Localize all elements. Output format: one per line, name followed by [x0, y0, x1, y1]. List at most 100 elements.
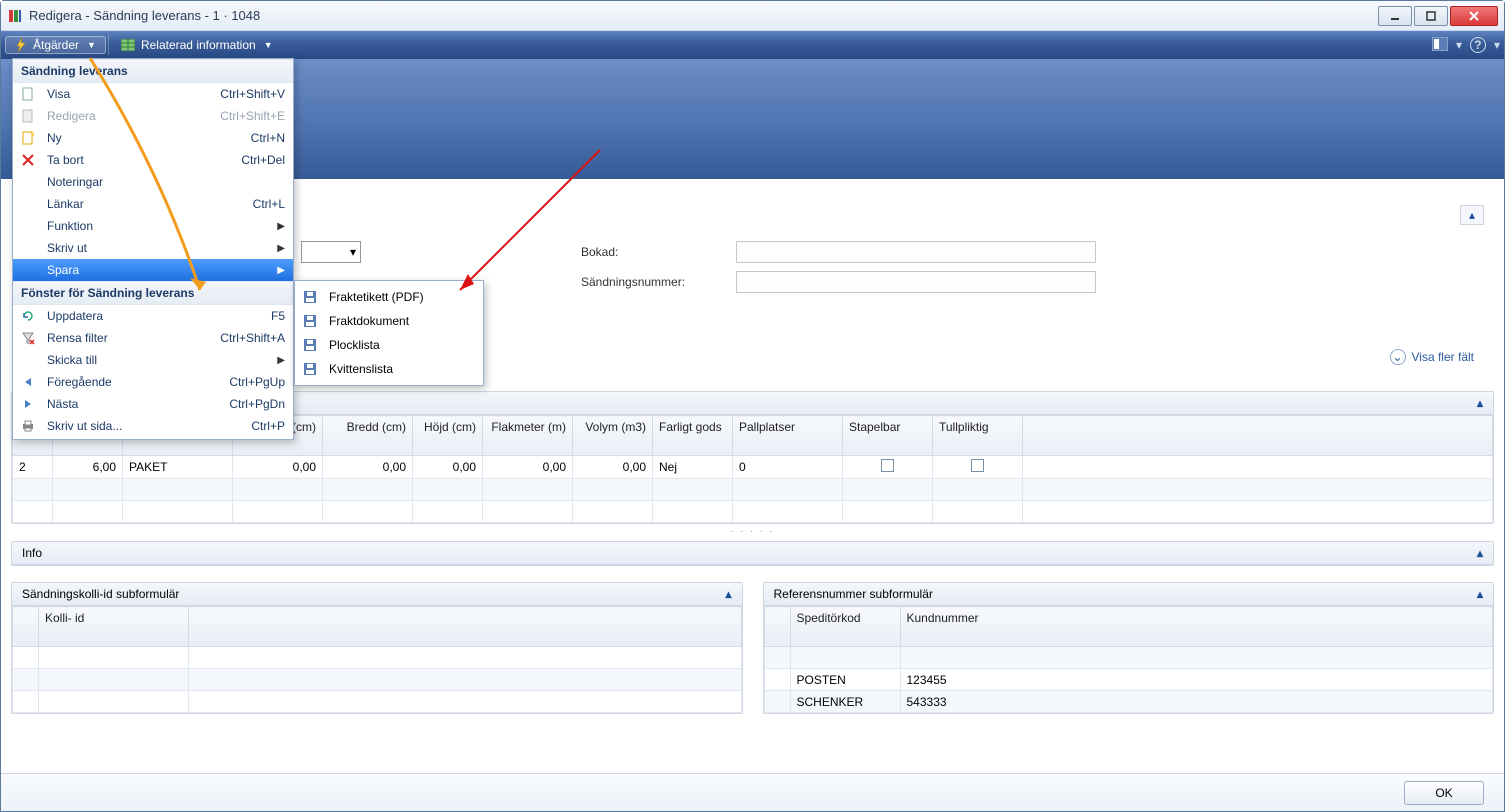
ok-button[interactable]: OK [1404, 781, 1484, 805]
footer-bar: OK [1, 773, 1504, 811]
submenu-label: Fraktetikett (PDF) [329, 290, 424, 304]
menu-item-foregaende[interactable]: FöregåendeCtrl+PgUp [13, 371, 293, 393]
tullpliktig-checkbox[interactable] [971, 459, 984, 472]
submenu-arrow-icon: ▶ [277, 221, 285, 232]
col-kolli-id[interactable]: Kolli- id [39, 607, 189, 647]
table-row[interactable] [764, 647, 1493, 669]
actions-label: Åtgärder [33, 38, 79, 52]
submenu-arrow-icon: ▶ [277, 243, 285, 254]
menu-item-redigera[interactable]: RedigeraCtrl+Shift+E [13, 105, 293, 127]
menu-item-tabort[interactable]: Ta bortCtrl+Del [13, 149, 293, 171]
col-bredd[interactable]: Bredd (cm) [323, 416, 413, 456]
sandningskolli-subform: Sändningskolli-id subformulär ▴ Kolli- i… [11, 582, 743, 714]
caret-down-icon: ▼ [87, 40, 96, 50]
submenu-arrow-icon: ▶ [277, 355, 285, 366]
col-tullpliktig[interactable]: Tullpliktig [933, 416, 1023, 456]
stapelbar-checkbox[interactable] [881, 459, 894, 472]
edit-icon [19, 108, 37, 124]
related-label: Relaterad information [141, 38, 256, 52]
table-row[interactable] [13, 501, 1493, 523]
col-kundnummer[interactable]: Kundnummer [900, 607, 1493, 647]
menu-item-nasta[interactable]: NästaCtrl+PgDn [13, 393, 293, 415]
col-stapelbar[interactable]: Stapelbar [843, 416, 933, 456]
col-pallplatser[interactable]: Pallplatser [733, 416, 843, 456]
submenu-label: Plocklista [329, 338, 380, 352]
submenu-item-fraktetikett[interactable]: Fraktetikett (PDF) [295, 285, 483, 309]
more-fields-label: Visa fler fält [1412, 350, 1474, 364]
bokad-input[interactable] [736, 241, 1096, 263]
refresh-icon [19, 308, 37, 324]
caret-down-icon: ▼ [264, 40, 273, 50]
submenu-item-plocklista[interactable]: Plocklista [295, 333, 483, 357]
menu-item-ny[interactable]: NyCtrl+N [13, 127, 293, 149]
menu-item-spara[interactable]: Spara▶ [13, 259, 293, 281]
separator [108, 35, 109, 55]
sub2-header[interactable]: Referensnummer subformulär ▴ [764, 583, 1494, 606]
table-row[interactable]: SCHENKER543333 [764, 691, 1493, 713]
menu-item-visa[interactable]: VisaCtrl+Shift+V [13, 83, 293, 105]
menu-group-title: Fönster för Sändning leverans [13, 281, 293, 305]
kolli-id-grid: Kolli- id [12, 606, 742, 713]
collapse-icon: ▴ [1477, 587, 1483, 601]
dropdown-field[interactable]: ▾ [301, 241, 361, 263]
app-icon [7, 8, 23, 24]
panel-collapse-button[interactable]: ▴ [1460, 205, 1484, 225]
menu-item-uppdatera[interactable]: UppdateraF5 [13, 305, 293, 327]
collapse-icon: ▴ [1477, 546, 1483, 560]
col-farligt[interactable]: Farligt gods [653, 416, 733, 456]
menu-item-lankar[interactable]: LänkarCtrl+L [13, 193, 293, 215]
new-icon [19, 130, 37, 146]
menu-item-skrivutsida[interactable]: Skriv ut sida...Ctrl+P [13, 415, 293, 437]
col-flakmeter[interactable]: Flakmeter (m) [483, 416, 573, 456]
table-row[interactable] [13, 691, 742, 713]
caret-down-icon: ▾ [350, 245, 356, 259]
menu-item-rensafilter[interactable]: Rensa filterCtrl+Shift+A [13, 327, 293, 349]
sub1-title: Sändningskolli-id subformulär [22, 587, 179, 601]
print-icon [19, 418, 37, 434]
menu-group-title: Sändning leverans [13, 59, 293, 83]
page-icon [19, 86, 37, 102]
sandningsnummer-input[interactable] [736, 271, 1096, 293]
submenu-item-fraktdokument[interactable]: Fraktdokument [295, 309, 483, 333]
maximize-button[interactable] [1414, 6, 1448, 26]
related-info-button[interactable]: Relaterad information ▼ [111, 36, 283, 54]
previous-icon [19, 374, 37, 390]
clear-filter-icon [19, 330, 37, 346]
bokad-label: Bokad: [581, 245, 736, 259]
menu-item-funktion[interactable]: Funktion▶ [13, 215, 293, 237]
col-hojd[interactable]: Höjd (cm) [413, 416, 483, 456]
spara-submenu: Fraktetikett (PDF) Fraktdokument Plockli… [294, 280, 484, 386]
titlebar: Redigera - Sändning leverans - 1 · 1048 [1, 1, 1504, 31]
col-speditorkod[interactable]: Speditörkod [790, 607, 900, 647]
table-row[interactable]: POSTEN123455 [764, 669, 1493, 691]
menu-item-skickatill[interactable]: Skicka till▶ [13, 349, 293, 371]
save-icon [301, 337, 319, 353]
show-more-fields-link[interactable]: ⌄ Visa fler fält [1390, 349, 1474, 365]
submenu-arrow-icon: ▶ [277, 265, 285, 276]
table-row[interactable] [13, 479, 1493, 501]
next-icon [19, 396, 37, 412]
table-row[interactable]: 2 6,00 PAKET 0,00 0,00 0,00 0,00 0,00 Ne… [13, 456, 1493, 479]
splitter-handle[interactable]: . . . . . [11, 524, 1494, 535]
table-row[interactable] [13, 647, 742, 669]
sandningsnummer-label: Sändningsnummer: [581, 275, 736, 289]
layout-icon[interactable] [1432, 37, 1448, 54]
menu-item-noteringar[interactable]: Noteringar [13, 171, 293, 193]
info-title: Info [22, 546, 42, 560]
table-row[interactable] [13, 669, 742, 691]
help-icon[interactable]: ? [1470, 37, 1486, 53]
info-header[interactable]: Info ▴ [12, 542, 1493, 565]
bolt-icon [15, 38, 27, 52]
save-icon [301, 361, 319, 377]
submenu-item-kvittenslista[interactable]: Kvittenslista [295, 357, 483, 381]
subform-split: Sändningskolli-id subformulär ▴ Kolli- i… [11, 576, 1494, 724]
window-title: Redigera - Sändning leverans - 1 · 1048 [29, 8, 260, 23]
close-button[interactable] [1450, 6, 1498, 26]
col-volym[interactable]: Volym (m3) [573, 416, 653, 456]
actions-menu-button[interactable]: Åtgärder ▼ [5, 36, 106, 54]
menu-item-skrivut[interactable]: Skriv ut▶ [13, 237, 293, 259]
ribbon-right: ▾ ? ▾ [1432, 37, 1500, 54]
table-icon [121, 39, 135, 51]
minimize-button[interactable] [1378, 6, 1412, 26]
sub1-header[interactable]: Sändningskolli-id subformulär ▴ [12, 583, 742, 606]
